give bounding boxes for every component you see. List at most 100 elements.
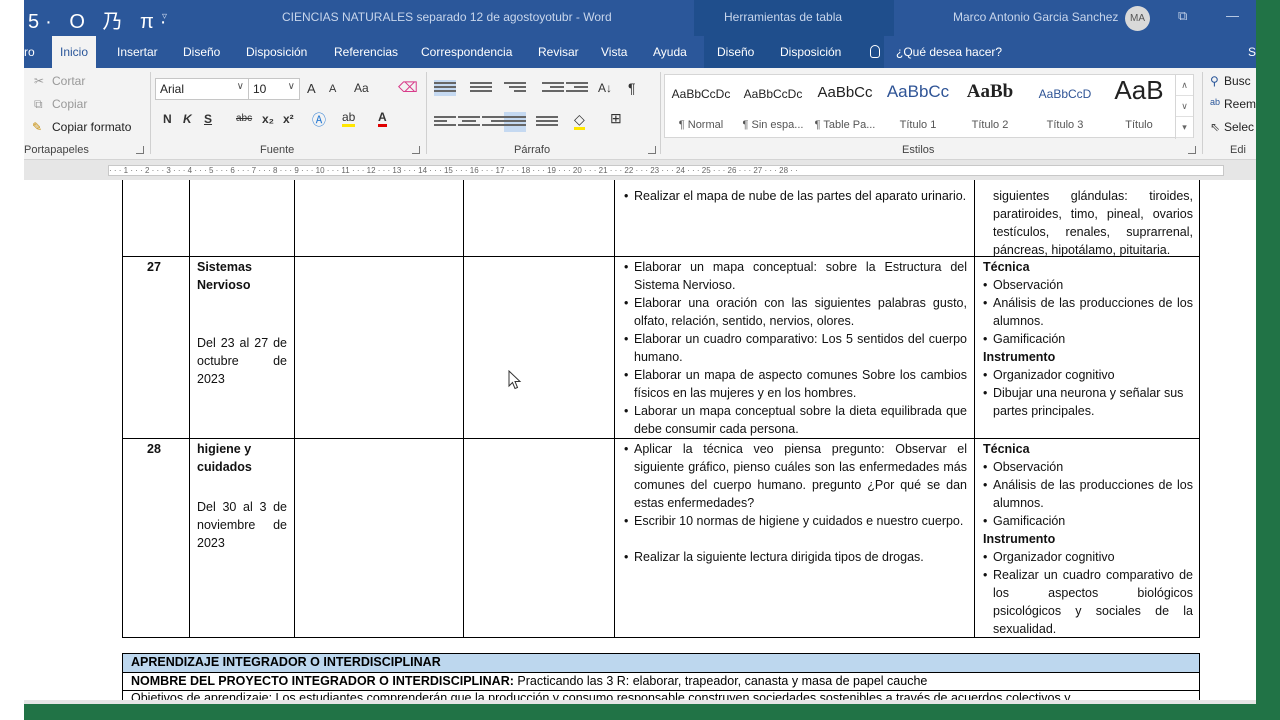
tab-table-diseno[interactable]: Diseño: [717, 36, 754, 68]
numbering-icon[interactable]: [470, 80, 492, 96]
show-marks-button[interactable]: ¶: [628, 80, 636, 96]
strikethrough-button[interactable]: abc: [236, 113, 252, 124]
copy-icon: ⧉: [34, 97, 43, 111]
title-bar: 5· O 乃 π· ▿ CIENCIAS NATURALES separado …: [24, 0, 1256, 36]
chevron-up-icon[interactable]: ∧: [1176, 75, 1193, 96]
tab-table-disposicion[interactable]: Disposición: [780, 36, 841, 68]
clear-format-icon[interactable]: ⌫: [398, 79, 418, 96]
tab-file[interactable]: ro: [24, 36, 35, 68]
gallery-scroll[interactable]: ∧ ∨ ▾: [1175, 75, 1193, 139]
planning-table[interactable]: Realizar el mapa de nube de las partes d…: [122, 180, 1200, 638]
group-separator: [426, 72, 427, 154]
style-sample: AaBb: [966, 81, 1014, 102]
brush-icon: ✎: [32, 120, 43, 134]
style-table-paragraph[interactable]: AaBbCc ¶ Table Pa...: [809, 75, 881, 139]
tab-diseno[interactable]: Diseño: [183, 36, 220, 68]
align-right-icon[interactable]: [482, 114, 504, 130]
tab-inicio[interactable]: Inicio: [52, 36, 97, 68]
superscript-button[interactable]: x²: [283, 112, 294, 126]
integrador-table[interactable]: APRENDIZAJE INTEGRADOR O INTERDISCIPLINA…: [122, 653, 1200, 700]
list-item: Dibujar una neurona y señalar sus partes…: [983, 384, 1193, 420]
cut-button[interactable]: Cortar: [52, 74, 85, 88]
justify-icon[interactable]: [504, 112, 526, 132]
quick-access-toolbar[interactable]: 5· O 乃 π·: [28, 5, 172, 34]
status-bar: [24, 704, 1256, 720]
align-center-icon[interactable]: [458, 114, 480, 130]
subscript-button[interactable]: x₂: [262, 112, 274, 126]
bullets-icon[interactable]: [434, 80, 456, 96]
format-painter-button[interactable]: Copiar formato: [52, 120, 131, 134]
tab-correspondencia[interactable]: Correspondencia: [421, 36, 512, 68]
background-window-edge: [1254, 0, 1280, 720]
sort-button[interactable]: A↓: [598, 81, 612, 95]
style-sample: AaB: [1114, 75, 1164, 105]
highlight-icon[interactable]: ab: [342, 110, 356, 127]
list-item: Observación: [983, 458, 1193, 476]
bold-button[interactable]: N: [163, 112, 172, 126]
document-page[interactable]: Realizar el mapa de nube de las partes d…: [24, 180, 1256, 700]
select-button[interactable]: Selec: [1224, 120, 1254, 134]
project-name-row: NOMBRE DEL PROYECTO INTEGRADOR O INTERDI…: [123, 673, 1199, 691]
restore-icon[interactable]: ⧉: [1178, 8, 1187, 24]
tab-revisar[interactable]: Revisar: [538, 36, 579, 68]
mouse-pointer-icon: [508, 370, 522, 390]
styles-gallery[interactable]: AaBbCcDc ¶ Normal AaBbCcDc ¶ Sin espa...…: [664, 74, 1194, 139]
replace-button[interactable]: Reem: [1224, 97, 1256, 111]
line-spacing-icon[interactable]: [536, 114, 558, 130]
text-effects-icon[interactable]: Ⓐ: [312, 110, 326, 130]
tell-me-search[interactable]: ¿Qué desea hacer?: [896, 36, 1002, 68]
style-heading-2[interactable]: AaBb Título 2: [955, 75, 1025, 139]
project-label: NOMBRE DEL PROYECTO INTEGRADOR O INTERDI…: [131, 674, 514, 688]
tab-ayuda[interactable]: Ayuda: [653, 36, 687, 68]
copy-button[interactable]: Copiar: [52, 97, 87, 111]
table-tools-label: Herramientas de tabla: [724, 10, 843, 24]
find-button[interactable]: Busc: [1224, 74, 1251, 88]
minimize-icon[interactable]: —: [1226, 8, 1239, 23]
style-normal[interactable]: AaBbCcDc ¶ Normal: [665, 75, 737, 139]
font-name-combo[interactable]: Arial ∨: [155, 78, 249, 100]
increase-indent-icon[interactable]: [566, 80, 588, 96]
ruler-scale[interactable]: · · · 1 · · · 2 · · · 3 · · · 4 · · · 5 …: [108, 165, 1224, 176]
font-size-value: 10: [253, 82, 267, 96]
row-border: [123, 438, 1199, 439]
select-cursor-icon: ⇖: [1210, 120, 1221, 134]
avatar[interactable]: MA: [1125, 6, 1150, 31]
clipboard-launcher-icon[interactable]: [136, 146, 144, 154]
align-left-icon[interactable]: [434, 114, 456, 130]
chevron-down-icon[interactable]: ∨: [1176, 96, 1193, 117]
style-sample: AaBbCcDc: [671, 87, 731, 101]
tab-referencias[interactable]: Referencias: [334, 36, 398, 68]
shrink-font-button[interactable]: A: [329, 83, 336, 95]
list-item: Escribir 10 normas de higiene y cuidados…: [624, 512, 967, 530]
italic-button[interactable]: K: [183, 112, 192, 126]
font-color-icon[interactable]: A: [378, 110, 387, 127]
share-button[interactable]: S: [1248, 36, 1256, 68]
shading-icon[interactable]: ◇: [574, 111, 585, 130]
more-styles-icon[interactable]: ▾: [1176, 117, 1193, 138]
font-launcher-icon[interactable]: [412, 146, 420, 154]
font-size-combo[interactable]: 10 ∨: [248, 78, 300, 100]
group-separator: [150, 72, 151, 154]
paragraph-launcher-icon[interactable]: [648, 146, 656, 154]
tab-vista[interactable]: Vista: [601, 36, 627, 68]
styles-launcher-icon[interactable]: [1188, 146, 1196, 154]
multilevel-icon[interactable]: [504, 80, 526, 96]
horizontal-ruler[interactable]: · · · 1 · · · 2 · · · 3 · · · 4 · · · 5 …: [24, 161, 1256, 179]
date-range: Del 30 al 3 de noviembre de 2023: [197, 500, 287, 550]
tab-insertar[interactable]: Insertar: [117, 36, 158, 68]
quick-access-dropdown-icon[interactable]: ▿: [162, 11, 167, 22]
grow-font-button[interactable]: A: [307, 81, 316, 96]
tab-disposicion[interactable]: Disposición: [246, 36, 307, 68]
change-case-button[interactable]: Aa: [354, 81, 369, 95]
style-heading-1[interactable]: AaBbCc Título 1: [881, 75, 955, 139]
style-no-spacing[interactable]: AaBbCcDc ¶ Sin espa...: [737, 75, 809, 139]
user-name[interactable]: Marco Antonio Garcia Sanchez: [953, 10, 1118, 24]
borders-icon[interactable]: ⊞: [610, 110, 622, 127]
style-heading-3[interactable]: AaBbCcD Título 3: [1027, 75, 1103, 139]
column-border: [614, 180, 615, 638]
underline-button[interactable]: S: [204, 112, 212, 126]
list-item: Análisis de las producciones de los alum…: [983, 294, 1193, 330]
decrease-indent-icon[interactable]: [542, 80, 564, 96]
style-title[interactable]: AaB Título: [1105, 75, 1173, 139]
table-row: Realizar el mapa de nube de las partes d…: [624, 187, 967, 205]
